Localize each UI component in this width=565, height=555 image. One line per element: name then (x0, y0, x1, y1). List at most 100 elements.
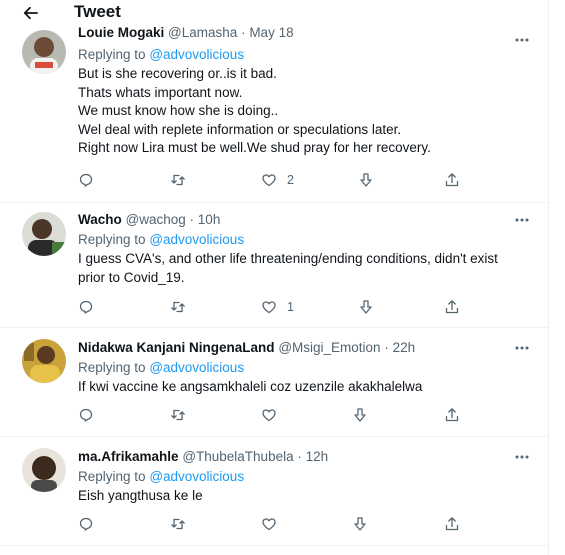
tweet-text-line: Thats whats important now. (78, 84, 243, 100)
tweet[interactable]: ma.Afrikamahle @ThubelaThubela · 12h Rep… (0, 437, 548, 546)
author-name[interactable]: Nidakwa Kanjani NingenaLand (78, 340, 275, 355)
reply-button[interactable] (78, 514, 94, 534)
author-handle[interactable]: @wachog (126, 212, 186, 227)
tweet[interactable]: Wacho @wachog · 10h Replying to @advovol… (0, 203, 548, 328)
retweet-button[interactable] (170, 170, 186, 190)
tweet-text-line: Wel deal with replete information or spe… (78, 121, 402, 137)
author-handle[interactable]: @Lamasha (168, 25, 237, 40)
tweet-text-line: I guess CVA's, and other life threatenin… (78, 251, 498, 266)
replying-label: Replying to (78, 469, 146, 484)
tweet-header: Wacho @wachog · 10h (78, 211, 530, 229)
retweet-icon (171, 409, 185, 421)
page-title: Tweet (74, 2, 121, 21)
separator-dot: · (384, 340, 389, 355)
tweet-time[interactable]: 10h (198, 212, 221, 227)
share-button[interactable] (444, 170, 460, 190)
more-options-icon[interactable] (514, 32, 530, 48)
tweet-text-line: Eish yangthusa ke le (78, 488, 203, 503)
like-button[interactable] (261, 405, 277, 425)
reply-button[interactable] (78, 297, 94, 317)
share-button[interactable] (444, 405, 460, 425)
separator-dot: · (189, 212, 195, 227)
heart-icon (262, 174, 276, 187)
share-icon (445, 300, 459, 314)
tweet-header: Louie Mogaki @Lamasha · May 18 (78, 24, 530, 42)
reply-icon (79, 173, 93, 187)
avatar[interactable] (22, 448, 66, 492)
more-options-icon[interactable] (514, 340, 530, 356)
reply-button[interactable] (78, 170, 94, 190)
share-button[interactable] (444, 514, 460, 534)
heart-icon (262, 409, 276, 422)
retweet-icon (171, 301, 185, 313)
retweet-icon (171, 174, 185, 186)
avatar[interactable] (22, 339, 66, 383)
avatar[interactable] (22, 30, 66, 74)
more-options-icon[interactable] (514, 212, 530, 228)
like-button[interactable] (261, 514, 277, 534)
reply-icon (79, 408, 93, 422)
author-name[interactable]: Louie Mogaki (78, 25, 164, 40)
retweet-button[interactable] (170, 405, 186, 425)
mention-link[interactable]: @advovolicious (149, 47, 244, 62)
reply-button[interactable] (78, 405, 94, 425)
reply-icon (79, 300, 93, 314)
heart-icon (262, 301, 276, 314)
share-icon (445, 408, 459, 422)
tweet-text: I guess CVA's, and other life threatenin… (78, 250, 530, 287)
author-handle[interactable]: @ThubelaThubela (182, 449, 293, 464)
like-count: 1 (287, 300, 294, 314)
tweet-text-line: Right now Lira must be well.We shud pray… (78, 140, 431, 155)
retweet-button[interactable] (170, 297, 186, 317)
avatar[interactable] (22, 212, 66, 256)
tweet-header: Nidakwa Kanjani NingenaLand @Msigi_Emoti… (78, 339, 530, 357)
vote-button[interactable] (352, 514, 368, 534)
like-button[interactable]: 2 (261, 170, 294, 190)
like-button[interactable]: 1 (261, 297, 294, 317)
share-button[interactable] (444, 297, 460, 317)
tweet-text-line: prior to Covid_19. (78, 269, 185, 285)
mention-link[interactable]: @advovolicious (149, 360, 244, 375)
mention-link[interactable]: @advovolicious (149, 232, 244, 247)
arrow-down-icon (354, 517, 366, 531)
replying-to: Replying to @advovolicious (78, 358, 530, 378)
tweet-text-line: If kwi vaccine ke angsamkhaleli coz uzen… (78, 379, 423, 394)
replying-to: Replying to @advovolicious (78, 467, 530, 487)
separator-dot: · (241, 25, 246, 40)
author-handle[interactable]: @Msigi_Emotion (278, 340, 380, 355)
author-name[interactable]: Wacho (78, 212, 122, 227)
arrow-down-icon (360, 173, 372, 187)
tweet-header: ma.Afrikamahle @ThubelaThubela · 12h (78, 448, 530, 466)
tweet-actions: 1 (78, 297, 468, 317)
tweet-text: If kwi vaccine ke angsamkhaleli coz uzen… (78, 378, 530, 397)
tweet-time[interactable]: May 18 (249, 25, 293, 40)
tweet-text: Eish yangthusa ke le (78, 487, 530, 506)
retweet-icon (171, 518, 185, 530)
arrow-down-icon (360, 300, 372, 314)
replying-to: Replying to @advovolicious (78, 230, 530, 250)
mention-link[interactable]: @advovolicious (149, 469, 244, 484)
tweet-actions (78, 514, 468, 534)
more-options-icon[interactable] (514, 449, 530, 465)
tweet-text: But is she recovering or..is it bad. Tha… (78, 65, 530, 158)
share-icon (445, 517, 459, 531)
tweet[interactable]: Nidakwa Kanjani NingenaLand @Msigi_Emoti… (0, 328, 548, 437)
vote-button[interactable] (352, 405, 368, 425)
top-bar: Tweet (0, 0, 548, 25)
like-count: 2 (287, 173, 294, 187)
tweet-actions (78, 405, 468, 425)
tweet-text-line: We must know how she is doing.. (78, 103, 279, 118)
tweet[interactable]: Louie Mogaki @Lamasha · May 18 Replying … (0, 24, 548, 203)
back-button[interactable] (20, 2, 42, 24)
replying-label: Replying to (78, 47, 146, 62)
vote-button[interactable] (358, 170, 374, 190)
vote-button[interactable] (358, 297, 374, 317)
tweet-text-line: But is she recovering or..is it bad. (78, 66, 277, 81)
tweet-time[interactable]: 22h (393, 340, 416, 355)
timeline-column: Louie Mogaki @Lamasha · May 18 Replying … (0, 0, 549, 555)
reply-icon (79, 517, 93, 531)
tweet-time[interactable]: 12h (306, 449, 329, 464)
retweet-button[interactable] (170, 514, 186, 534)
author-name[interactable]: ma.Afrikamahle (78, 449, 179, 464)
arrow-left-icon (23, 6, 38, 20)
